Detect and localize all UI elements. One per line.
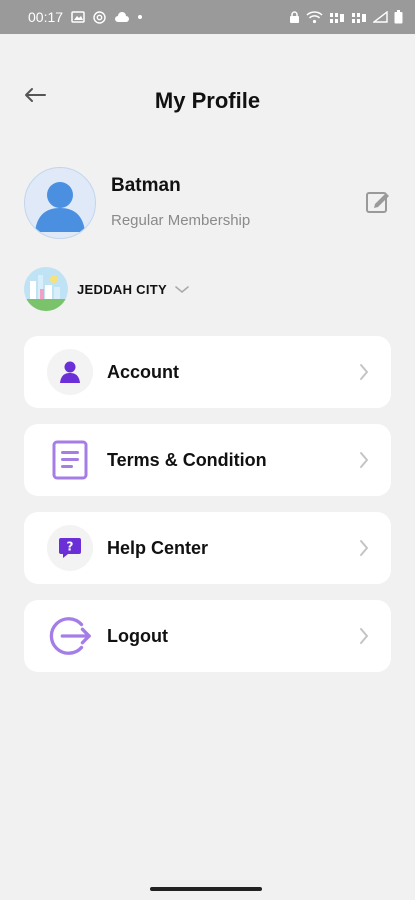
- menu-item-help-center[interactable]: ? Help Center: [24, 512, 391, 584]
- chevron-right-icon: [360, 364, 368, 380]
- notification-dot-icon: [138, 15, 143, 19]
- person-icon: [60, 361, 80, 383]
- status-time: 00:17: [28, 9, 64, 25]
- at-sign-icon: [93, 10, 106, 24]
- membership-label: Regular Membership: [111, 212, 251, 229]
- menu-item-label: Logout: [107, 625, 168, 646]
- city-skyline-icon: [24, 267, 68, 311]
- chevron-right-icon: [360, 628, 368, 644]
- menu-item-label: Account: [107, 361, 179, 382]
- menu-item-label: Help Center: [107, 537, 209, 558]
- profile-name: Batman: [111, 175, 181, 196]
- chevron-down-icon: [175, 286, 189, 294]
- menu-item-account[interactable]: Account: [24, 336, 391, 408]
- edit-icon: [366, 192, 389, 213]
- gallery-icon: [71, 11, 85, 23]
- document-icon: [52, 440, 88, 480]
- logout-icon: [49, 617, 91, 655]
- city-selector[interactable]: JEDDAH CITY: [24, 266, 189, 312]
- city-image: [24, 267, 68, 311]
- home-indicator[interactable]: [150, 887, 262, 891]
- menu-item-terms[interactable]: Terms & Condition: [24, 424, 391, 496]
- signal-icon: [373, 11, 388, 23]
- menu-item-label: Terms & Condition: [107, 449, 267, 470]
- svg-text:?: ?: [67, 540, 74, 554]
- menu-icon-container: ?: [47, 525, 93, 571]
- menu-item-logout[interactable]: Logout: [24, 600, 391, 672]
- chevron-right-icon: [360, 540, 368, 556]
- edit-profile-button[interactable]: [364, 188, 392, 216]
- avatar[interactable]: [24, 167, 96, 239]
- mobile-data-2-icon: [352, 12, 366, 23]
- city-name: JEDDAH CITY: [77, 281, 167, 297]
- help-chat-icon: ?: [59, 538, 81, 558]
- status-bar: 00:17: [0, 0, 415, 34]
- menu-icon-container: [47, 349, 93, 395]
- cloud-icon: [115, 11, 130, 22]
- chevron-right-icon: [360, 452, 368, 468]
- mobile-data-icon: [330, 12, 344, 23]
- menu-icon-container: [47, 437, 93, 483]
- user-avatar-icon: [35, 182, 85, 232]
- page-title: My Profile: [154, 88, 261, 113]
- lock-icon: [290, 10, 299, 23]
- menu-icon-container: [47, 613, 93, 659]
- wifi-icon: [306, 10, 323, 23]
- battery-icon: [394, 10, 403, 24]
